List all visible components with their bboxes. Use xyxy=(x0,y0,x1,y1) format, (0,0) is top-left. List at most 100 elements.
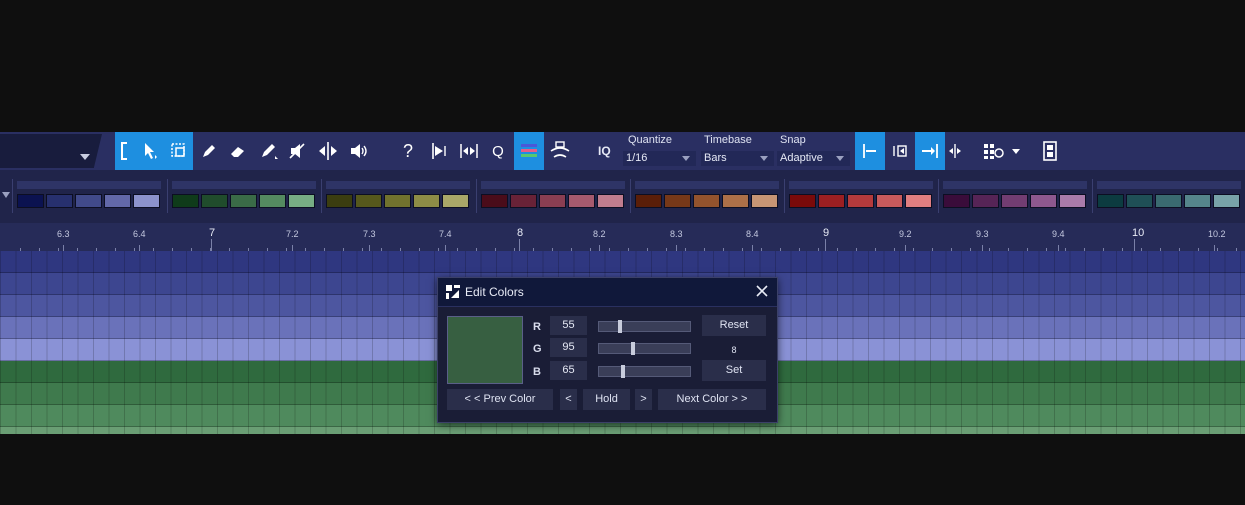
hold-button[interactable]: Hold xyxy=(583,389,630,410)
color-swatch[interactable] xyxy=(1030,194,1057,208)
grid-options-icon xyxy=(984,144,1020,159)
paint-icon xyxy=(262,144,278,159)
color-swatch[interactable] xyxy=(259,194,286,208)
red-value-field[interactable]: 55 xyxy=(550,316,587,335)
eraser-tool-button[interactable] xyxy=(225,132,251,170)
color-lane[interactable] xyxy=(0,427,1245,434)
color-swatch[interactable] xyxy=(413,194,440,208)
palette-group-header xyxy=(17,181,161,189)
snap-select[interactable]: Adaptive xyxy=(777,151,850,166)
prev-color-button[interactable]: < < Prev Color xyxy=(447,389,553,410)
color-swatch[interactable] xyxy=(818,194,845,208)
pencil-tool-button[interactable] xyxy=(196,132,222,170)
red-slider[interactable] xyxy=(598,320,691,333)
color-swatch[interactable] xyxy=(133,194,160,208)
color-swatch[interactable] xyxy=(46,194,73,208)
color-swatch[interactable] xyxy=(905,194,932,208)
next-color-button[interactable]: Next Color > > xyxy=(658,389,766,410)
color-swatch[interactable] xyxy=(539,194,566,208)
color-swatch[interactable] xyxy=(384,194,411,208)
color-swatch[interactable] xyxy=(972,194,999,208)
arrow-tool-button[interactable] xyxy=(137,132,163,170)
ruler-tick-label: 9 xyxy=(823,227,830,239)
color-swatch[interactable] xyxy=(355,194,382,208)
blue-slider-thumb[interactable] xyxy=(621,365,626,378)
green-slider[interactable] xyxy=(598,342,691,355)
color-swatch[interactable] xyxy=(510,194,537,208)
color-swatch[interactable] xyxy=(75,194,102,208)
color-swatch[interactable] xyxy=(635,194,662,208)
color-swatch[interactable] xyxy=(172,194,199,208)
range-tool-button[interactable] xyxy=(115,132,135,170)
blue-slider[interactable] xyxy=(598,365,691,378)
ruler-tick-label: 6.3 xyxy=(57,229,70,239)
green-value-field[interactable]: 95 xyxy=(550,338,587,357)
color-swatch[interactable] xyxy=(1184,194,1211,208)
snap-cursor-button[interactable] xyxy=(945,132,965,170)
color-swatch[interactable] xyxy=(568,194,595,208)
ruler-tick-label: 9.2 xyxy=(899,229,912,239)
snap-start-button[interactable] xyxy=(855,132,885,170)
color-swatch[interactable] xyxy=(481,194,508,208)
color-swatch[interactable] xyxy=(1213,194,1240,208)
color-swatch[interactable] xyxy=(1126,194,1153,208)
color-swatch[interactable] xyxy=(876,194,903,208)
green-slider-thumb[interactable] xyxy=(631,342,636,355)
palette-group-header xyxy=(326,181,470,189)
color-swatch[interactable] xyxy=(1001,194,1028,208)
color-swatch[interactable] xyxy=(722,194,749,208)
video-button[interactable] xyxy=(1037,132,1063,170)
color-swatch[interactable] xyxy=(664,194,691,208)
ruler-tick xyxy=(1134,239,1135,251)
color-swatch[interactable] xyxy=(597,194,624,208)
color-swatch[interactable] xyxy=(326,194,353,208)
split-tool-button[interactable] xyxy=(315,132,341,170)
select-box-tool-button[interactable] xyxy=(166,132,192,170)
color-swatch[interactable] xyxy=(751,194,778,208)
snap-frame-button[interactable] xyxy=(887,132,913,170)
mute-tool-button[interactable] xyxy=(285,132,311,170)
ruler-tick-label: 6.4 xyxy=(133,229,146,239)
quantize-tool-button[interactable]: Q xyxy=(486,132,510,170)
close-icon[interactable] xyxy=(755,284,769,298)
color-swatch[interactable] xyxy=(104,194,131,208)
timeline-ruler[interactable]: 6.3 6.4 7 7.2 7.3 7.4 8 8.2 8.3 8.4 9 9.2 9.3 9.4 10 10… xyxy=(0,223,1245,252)
color-swatch[interactable] xyxy=(1155,194,1182,208)
paint-tool-button[interactable] xyxy=(255,132,283,170)
color-lane[interactable] xyxy=(0,251,1245,273)
step-forward-button[interactable]: > xyxy=(635,389,652,410)
grid-options-button[interactable] xyxy=(980,132,1024,170)
follow-button[interactable] xyxy=(546,132,574,170)
color-swatch[interactable] xyxy=(1059,194,1086,208)
eraser-icon xyxy=(231,147,244,157)
color-swatch[interactable] xyxy=(230,194,257,208)
track-selector[interactable] xyxy=(0,134,102,168)
palette-group xyxy=(321,179,474,213)
listen-tool-button[interactable] xyxy=(345,132,373,170)
stretch-icon xyxy=(460,144,478,158)
color-swatch[interactable] xyxy=(1097,194,1124,208)
bend-tool-button[interactable] xyxy=(426,132,452,170)
color-swatch[interactable] xyxy=(288,194,315,208)
color-lanes-button[interactable] xyxy=(514,132,544,170)
snap-end-button[interactable] xyxy=(915,132,945,170)
red-slider-thumb[interactable] xyxy=(617,320,622,333)
color-swatch[interactable] xyxy=(847,194,874,208)
help-button[interactable]: ? xyxy=(396,132,420,170)
timebase-select[interactable]: Bars xyxy=(701,151,774,166)
color-swatch[interactable] xyxy=(17,194,44,208)
color-swatch[interactable] xyxy=(693,194,720,208)
set-button[interactable]: Set xyxy=(702,360,766,381)
quantize-select[interactable]: 1/16 xyxy=(623,151,696,166)
palette-group xyxy=(167,179,320,213)
dialog-title-bar[interactable]: Edit Colors xyxy=(438,278,777,307)
step-back-button[interactable]: < xyxy=(560,389,577,410)
reset-button[interactable]: Reset xyxy=(702,315,766,336)
blue-value-field[interactable]: 65 xyxy=(550,361,587,380)
color-swatch[interactable] xyxy=(201,194,228,208)
palette-menu-icon[interactable] xyxy=(2,192,10,198)
color-swatch[interactable] xyxy=(943,194,970,208)
color-swatch[interactable] xyxy=(789,194,816,208)
color-swatch[interactable] xyxy=(442,194,469,208)
stretch-tool-button[interactable] xyxy=(456,132,482,170)
